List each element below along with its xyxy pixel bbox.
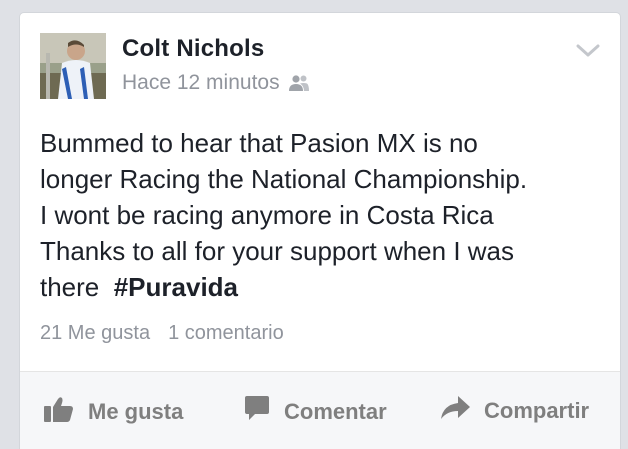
action-bar: Me gusta Comentar Compartir [20, 372, 620, 449]
author-name[interactable]: Colt Nichols [122, 35, 264, 63]
post-body-line: there [40, 272, 114, 302]
post-stats: 21 Me gusta 1 comentario [40, 322, 284, 345]
post-body-line: longer Racing the National Championship. [40, 164, 528, 194]
share-button[interactable]: Compartir [440, 396, 589, 426]
avatar-image [40, 33, 106, 99]
comment-label: Comentar [284, 399, 387, 424]
likes-count[interactable]: 21 Me gusta [40, 322, 150, 345]
friends-icon [288, 74, 310, 92]
post-card: Colt Nichols Hace 12 minutos Bummed to h… [20, 13, 620, 449]
chevron-down-icon[interactable] [576, 43, 600, 59]
post-body-line: I wont be racing anymore in Costa Rica [40, 200, 494, 230]
hashtag-link[interactable]: #Puravida [114, 272, 238, 302]
author-avatar[interactable] [40, 33, 106, 99]
post-timestamp[interactable]: Hace 12 minutos [122, 71, 280, 95]
comment-button[interactable]: Comentar [244, 396, 387, 428]
thumbs-up-icon [44, 396, 74, 428]
share-arrow-icon [440, 396, 470, 426]
post-body-line: Bummed to hear that Pasion MX is no [40, 128, 478, 158]
comment-bubble-icon [244, 396, 270, 428]
post-meta: Hace 12 minutos [122, 71, 310, 95]
comments-count[interactable]: 1 comentario [168, 322, 284, 345]
share-label: Compartir [484, 398, 590, 423]
like-label: Me gusta [88, 399, 184, 424]
like-button[interactable]: Me gusta [44, 396, 183, 428]
post-body: Bummed to hear that Pasion MX is no long… [40, 125, 610, 305]
post-body-line: Thanks to all for your support when I wa… [40, 236, 515, 266]
